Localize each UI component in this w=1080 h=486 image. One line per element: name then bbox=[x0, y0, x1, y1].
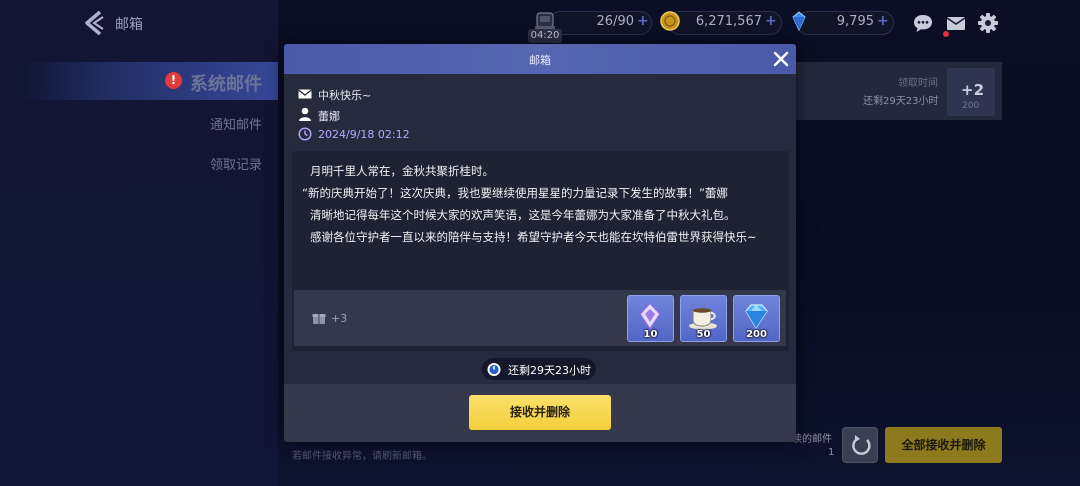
gem-icon bbox=[792, 11, 806, 31]
reward-count: 200 bbox=[746, 329, 767, 340]
sidebar-item-notice-mail[interactable]: 通知邮件 bbox=[210, 114, 262, 133]
reward-count: 50 bbox=[696, 329, 711, 340]
gem-plus-button[interactable]: + bbox=[877, 13, 889, 29]
gift-count: +3 bbox=[331, 312, 348, 325]
chat-icon[interactable] bbox=[912, 12, 934, 34]
mail-subject: 中秋快乐~ bbox=[318, 89, 372, 102]
gold-coin-icon bbox=[660, 11, 680, 31]
mail-sender: 蕾娜 bbox=[318, 110, 340, 123]
alert-icon: ! bbox=[165, 72, 182, 89]
receive-and-delete-button[interactable]: 接收并删除 bbox=[469, 395, 611, 430]
gear-icon[interactable] bbox=[977, 12, 999, 34]
mail-body-line: 月明千里人常在，金秋共聚折桂时。 bbox=[310, 164, 494, 178]
unread-mail-count: 1 bbox=[828, 447, 835, 458]
mail-body-line: 清晰地记得每年这个时候大家的欢声笑语，这是今年蕾娜为大家准备了中秋大礼包。 bbox=[310, 208, 736, 222]
page-title: 邮箱 bbox=[115, 17, 143, 33]
mail-date: 2024/9/18 02:12 bbox=[318, 128, 410, 141]
claim-all-delete-button[interactable]: 全部接收并删除 bbox=[885, 427, 1002, 463]
expiry-text: 还剩29天23小时 bbox=[508, 364, 591, 377]
stamina-timer: 04:20 bbox=[528, 29, 562, 43]
gift-icon bbox=[312, 314, 326, 324]
refresh-hint: 若邮件接收异常，请刷新邮箱。 bbox=[292, 451, 432, 462]
reward-count: 10 bbox=[643, 329, 658, 340]
refresh-button[interactable] bbox=[842, 427, 878, 463]
close-icon[interactable] bbox=[772, 50, 790, 68]
sidebar-item-system-mail-label: 系统邮件 bbox=[190, 74, 262, 95]
claim-time-label: 领取时间 bbox=[898, 78, 938, 89]
reward-item-crystal[interactable]: 10 bbox=[627, 295, 674, 342]
stamina-value: 26/90 bbox=[596, 14, 634, 29]
claim-time-remaining: 还剩29天23小时 bbox=[863, 96, 939, 107]
mail-icon[interactable] bbox=[945, 12, 967, 34]
mail-notification-dot bbox=[943, 31, 949, 37]
reward-preview-count: +2 bbox=[961, 81, 985, 99]
dialog-title: 邮箱 bbox=[529, 54, 551, 67]
back-arrow-icon[interactable] bbox=[82, 10, 106, 36]
unread-mail-label: 读的邮件 bbox=[792, 434, 832, 445]
reward-preview-sub: 200 bbox=[962, 101, 980, 111]
reward-item-gem[interactable]: 200 bbox=[733, 295, 780, 342]
gold-plus-button[interactable]: + bbox=[765, 13, 777, 29]
sidebar-item-claim-history[interactable]: 领取记录 bbox=[210, 154, 262, 173]
gold-value: 6,271,567 bbox=[695, 14, 762, 29]
reward-item-coffee[interactable]: 50 bbox=[680, 295, 727, 342]
user-icon bbox=[299, 107, 311, 121]
refresh-icon bbox=[852, 435, 871, 455]
gem-value: 9,795 bbox=[836, 14, 874, 29]
mail-detail-dialog: 邮箱 中秋快乐~ 蕾娜 2024/9/18 02:12 月明千里人常在，金秋共聚… bbox=[284, 44, 796, 442]
mail-body-line: 感谢各位守护者一直以来的陪伴与支持！希望守护者今天也能在坎特伯雷世界获得快乐~ bbox=[310, 230, 757, 244]
envelope-icon bbox=[298, 89, 312, 99]
stamina-plus-button[interactable]: + bbox=[637, 13, 649, 29]
stopwatch-icon bbox=[487, 363, 501, 376]
mail-body-line: “新的庆典开始了！这次庆典，我也要继续使用星星的力量记录下发生的故事！”蕾娜 bbox=[302, 186, 728, 200]
clock-icon bbox=[298, 127, 312, 141]
